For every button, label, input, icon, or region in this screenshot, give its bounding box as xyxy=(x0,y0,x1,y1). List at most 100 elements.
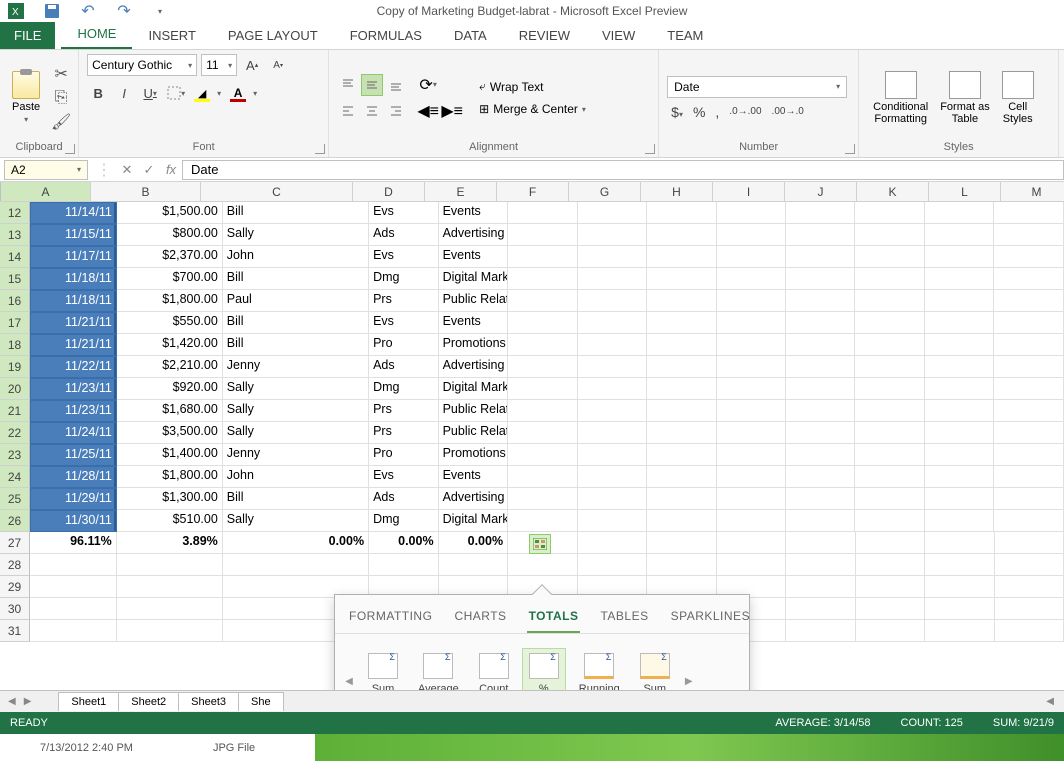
cell[interactable] xyxy=(994,400,1063,422)
comma-icon[interactable]: , xyxy=(715,104,719,120)
sheet-first-icon[interactable]: ◀ xyxy=(8,696,16,707)
cell[interactable]: 11/15/11 xyxy=(30,224,117,246)
qa-tab-tables[interactable]: TABLES xyxy=(598,605,650,633)
col-header-J[interactable]: J xyxy=(785,182,857,201)
cell[interactable] xyxy=(855,400,924,422)
cell[interactable]: Promotions xyxy=(439,444,508,466)
cell[interactable] xyxy=(925,576,995,598)
cell[interactable]: Events xyxy=(439,246,508,268)
cell[interactable] xyxy=(925,422,994,444)
cell[interactable] xyxy=(856,620,926,642)
cell[interactable] xyxy=(578,400,647,422)
cell[interactable] xyxy=(855,202,924,224)
cell[interactable] xyxy=(578,202,647,224)
sheet-tab[interactable]: She xyxy=(238,692,284,711)
tab-insert[interactable]: INSERT xyxy=(132,22,211,49)
wrap-text-button[interactable]: ⤶Wrap Text xyxy=(475,77,590,96)
cell[interactable] xyxy=(117,598,223,620)
cell[interactable] xyxy=(786,202,855,224)
increase-font-icon[interactable]: A▴ xyxy=(241,54,263,76)
cell[interactable] xyxy=(995,532,1064,554)
cell[interactable] xyxy=(786,510,855,532)
cell[interactable]: 11/24/11 xyxy=(30,422,117,444)
cell[interactable] xyxy=(786,576,856,598)
cell[interactable] xyxy=(994,224,1063,246)
cell[interactable] xyxy=(508,246,577,268)
cell[interactable]: 11/29/11 xyxy=(30,488,117,510)
cell[interactable] xyxy=(717,378,786,400)
cell[interactable] xyxy=(717,510,786,532)
cell[interactable]: Dmg xyxy=(369,378,438,400)
cell[interactable]: Dmg xyxy=(369,268,438,290)
cell[interactable] xyxy=(925,488,994,510)
cell[interactable] xyxy=(994,334,1063,356)
row-header[interactable]: 26 xyxy=(0,510,30,532)
cell[interactable] xyxy=(855,444,924,466)
cell-styles-button[interactable]: Cell Styles xyxy=(996,69,1040,127)
sheet-tab[interactable]: Sheet2 xyxy=(118,692,179,711)
cell[interactable] xyxy=(578,290,647,312)
row-header[interactable]: 31 xyxy=(0,620,30,642)
cell[interactable]: Sally xyxy=(223,224,369,246)
cell[interactable] xyxy=(647,400,716,422)
cell[interactable] xyxy=(647,466,716,488)
cell[interactable] xyxy=(223,554,369,576)
cell[interactable]: Evs xyxy=(369,246,438,268)
number-launcher[interactable] xyxy=(845,144,855,154)
alignment-launcher[interactable] xyxy=(645,144,655,154)
cell[interactable] xyxy=(717,246,786,268)
cell[interactable] xyxy=(717,532,787,554)
cell[interactable] xyxy=(925,466,994,488)
col-header-G[interactable]: G xyxy=(569,182,641,201)
cell[interactable]: Public Relations xyxy=(439,290,508,312)
cell[interactable]: Events xyxy=(439,202,508,224)
cell[interactable]: Prs xyxy=(369,400,438,422)
cell[interactable] xyxy=(717,202,786,224)
cell[interactable] xyxy=(117,554,223,576)
cell[interactable]: 96.11% xyxy=(30,532,117,554)
cell[interactable]: Public Relations xyxy=(439,422,508,444)
cell[interactable] xyxy=(647,510,716,532)
cell[interactable]: 11/22/11 xyxy=(30,356,117,378)
cell[interactable] xyxy=(994,356,1063,378)
cell[interactable] xyxy=(786,290,855,312)
row-header[interactable]: 27 xyxy=(0,532,30,554)
cut-icon[interactable]: ✂ xyxy=(52,65,70,83)
font-size-select[interactable]: 11▾ xyxy=(201,54,237,76)
cell[interactable] xyxy=(508,466,577,488)
formula-input[interactable]: Date xyxy=(182,160,1064,180)
clipboard-launcher[interactable] xyxy=(65,144,75,154)
row-header[interactable]: 29 xyxy=(0,576,30,598)
cell[interactable] xyxy=(856,554,926,576)
redo-icon[interactable]: ↷ xyxy=(116,3,132,19)
cell[interactable] xyxy=(578,356,647,378)
file-tab[interactable]: FILE xyxy=(0,22,55,49)
cell[interactable] xyxy=(30,598,117,620)
cell[interactable] xyxy=(786,268,855,290)
cell[interactable] xyxy=(855,488,924,510)
cell[interactable] xyxy=(786,422,855,444)
row-header[interactable]: 21 xyxy=(0,400,30,422)
tab-data[interactable]: DATA xyxy=(438,22,503,49)
cell[interactable] xyxy=(786,246,855,268)
cell[interactable]: $1,800.00 xyxy=(117,466,223,488)
quick-analysis-button[interactable] xyxy=(529,534,551,554)
row-header[interactable]: 24 xyxy=(0,466,30,488)
cell[interactable] xyxy=(717,290,786,312)
cell[interactable] xyxy=(647,378,716,400)
cell[interactable]: Ads xyxy=(369,356,438,378)
cell[interactable] xyxy=(786,532,856,554)
paste-button[interactable]: Paste ▾ xyxy=(8,69,44,126)
cell[interactable]: Bill xyxy=(223,202,369,224)
cell[interactable] xyxy=(925,620,995,642)
cell[interactable]: Bill xyxy=(223,334,369,356)
tab-formulas[interactable]: FORMULAS xyxy=(334,22,438,49)
tab-page-layout[interactable]: PAGE LAYOUT xyxy=(212,22,334,49)
cell[interactable]: Bill xyxy=(223,312,369,334)
orientation-icon[interactable]: ⟳▾ xyxy=(417,74,439,96)
cell[interactable] xyxy=(717,488,786,510)
font-name-select[interactable]: Century Gothic▾ xyxy=(87,54,197,76)
merge-center-button[interactable]: ⊞Merge & Center▾ xyxy=(475,100,590,118)
cell[interactable] xyxy=(786,356,855,378)
cell[interactable]: 11/28/11 xyxy=(30,466,117,488)
